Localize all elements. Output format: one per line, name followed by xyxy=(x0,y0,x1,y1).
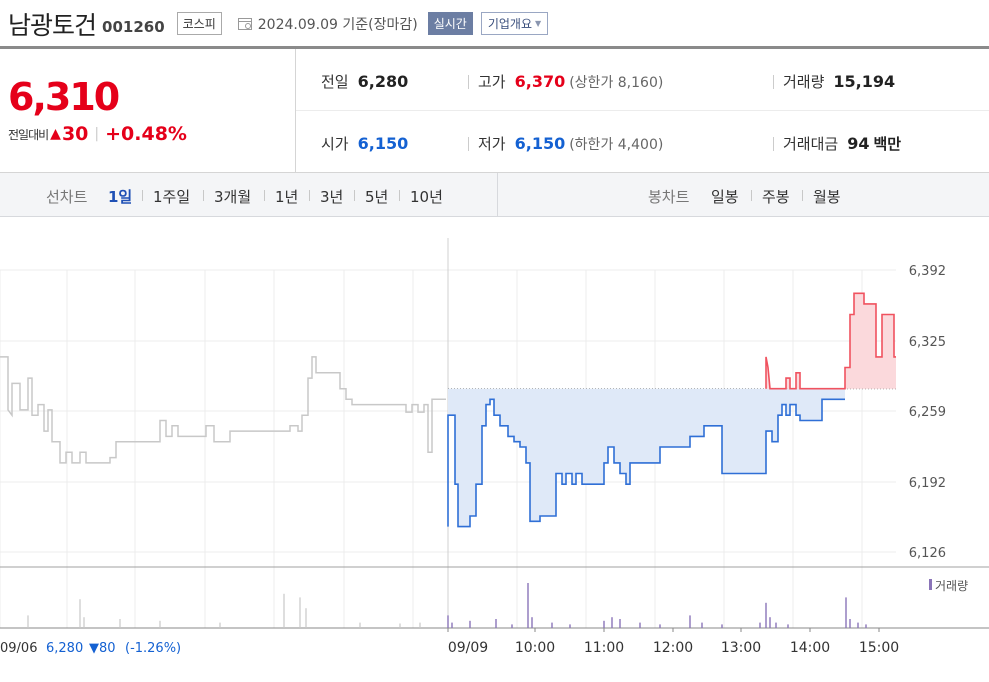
trade-amount-label: 거래대금 xyxy=(783,135,839,153)
low-value: 6,150 xyxy=(514,134,566,153)
toolbar-separator xyxy=(354,190,355,201)
y-tick-label: 6,392 xyxy=(909,264,946,279)
toolbar-separator xyxy=(751,190,752,201)
change-row: 전일대비 ▲ 30 | +0.48% xyxy=(8,123,187,145)
open-price: 시가 6,150 xyxy=(321,133,408,154)
x-tick-label: 12:00 xyxy=(653,640,693,656)
period-3y[interactable]: 3년 xyxy=(320,186,343,207)
candle-weekly[interactable]: 주봉 xyxy=(762,186,790,207)
prev-day-close: 6,280 xyxy=(46,641,83,656)
candle-daily[interactable]: 일봉 xyxy=(711,186,739,207)
high-value: 6,370 xyxy=(514,72,566,91)
intraday-chart: 6,392 6,325 6,259 6,192 6,126 거래량 09/09 10:00 11… xyxy=(0,238,989,656)
chart-toolbar: 선차트 1일 1주일 3개월 1년 3년 5년 10년 봉차트 일봉 주봉 월봉 xyxy=(0,173,989,217)
open-value: 6,150 xyxy=(357,134,409,153)
period-1d[interactable]: 1일 xyxy=(108,186,132,207)
x-tick-label: 09/09 xyxy=(448,640,488,656)
company-overview-label: 기업개요 xyxy=(487,17,532,31)
low-label: 저가 xyxy=(478,135,506,153)
chevron-down-icon: ▼ xyxy=(535,19,542,28)
y-tick-label: 6,192 xyxy=(909,476,946,491)
prev-day-change: ▼80 xyxy=(89,641,116,656)
period-5y[interactable]: 5년 xyxy=(365,186,388,207)
divider xyxy=(468,137,469,151)
calendar-icon xyxy=(237,18,252,30)
prev-day-date: 09/06 xyxy=(0,641,37,656)
stats-row-1: 전일 6,280 고가 6,370 (상한가 8,160) 거래량 15,194 xyxy=(296,49,989,111)
low-price: 저가 6,150 (하한가 4,400) xyxy=(478,133,663,154)
stats-row-2: 시가 6,150 저가 6,150 (하한가 4,400) 거래대금 94 백만 xyxy=(296,111,989,173)
prev-day-percent: (-1.26%) xyxy=(125,641,181,656)
y-tick-label: 6,259 xyxy=(909,405,946,420)
toolbar-separator xyxy=(264,190,265,201)
high-price: 고가 6,370 (상한가 8,160) xyxy=(478,71,663,92)
trade-amount-unit: 백만 xyxy=(873,135,902,153)
period-3m[interactable]: 3개월 xyxy=(214,186,251,207)
lower-limit: (하한가 4,400) xyxy=(569,137,664,153)
divider xyxy=(468,75,469,89)
x-tick-label: 10:00 xyxy=(515,640,555,656)
trade-amount: 거래대금 94 백만 xyxy=(783,133,901,154)
change-label: 전일대비 xyxy=(8,127,49,142)
x-tick-label: 13:00 xyxy=(721,640,761,656)
prev-close-label: 전일 xyxy=(321,73,349,91)
reference-date: 2024.09.09 기준(장마감) xyxy=(257,16,418,33)
high-label: 고가 xyxy=(478,73,506,91)
prev-close-value: 6,280 xyxy=(357,72,409,91)
divider xyxy=(773,75,774,89)
upper-limit: (상한가 8,160) xyxy=(569,75,664,91)
toolbar-divider xyxy=(497,173,498,217)
trade-amount-value: 94 xyxy=(847,134,870,153)
x-tick-label: 15:00 xyxy=(859,640,899,656)
toolbar-separator xyxy=(399,190,400,201)
price-box: 6,310 전일대비 ▲ 30 | +0.48% xyxy=(0,49,296,173)
y-tick-label: 6,325 xyxy=(909,335,946,350)
prev-close: 전일 6,280 xyxy=(321,71,408,92)
toolbar-separator xyxy=(309,190,310,201)
candle-chart-label: 봉차트 xyxy=(648,188,690,206)
volume-value: 15,194 xyxy=(833,72,896,91)
company-overview-button[interactable]: 기업개요 ▼ xyxy=(480,12,549,35)
change-value: 30 xyxy=(61,123,89,145)
up-triangle-icon: ▲ xyxy=(50,126,61,142)
period-1w[interactable]: 1주일 xyxy=(153,186,190,207)
period-10y[interactable]: 10년 xyxy=(410,186,443,207)
y-tick-label: 6,126 xyxy=(909,546,946,561)
market-badge: 코스피 xyxy=(176,12,222,35)
x-tick-label: 11:00 xyxy=(584,640,624,656)
toolbar-separator xyxy=(802,190,803,201)
realtime-button[interactable]: 실시간 xyxy=(427,12,473,35)
candle-monthly[interactable]: 월봉 xyxy=(813,186,841,207)
toolbar-separator xyxy=(142,190,143,201)
divider xyxy=(773,137,774,151)
toolbar-separator xyxy=(203,190,204,201)
quote-stats: 전일 6,280 고가 6,370 (상한가 8,160) 거래량 15,194… xyxy=(296,49,989,173)
volume-label: 거래량 xyxy=(783,73,825,91)
open-label: 시가 xyxy=(321,135,349,153)
quote-panel: 6,310 전일대비 ▲ 30 | +0.48% 전일 6,280 고가 6,3… xyxy=(0,49,989,173)
stock-name: 남광토건 xyxy=(8,10,97,40)
volume-legend-label: 거래량 xyxy=(935,579,968,593)
stock-header: 남광토건 001260 코스피 2024.09.09 기준(장마감) 실시간 기… xyxy=(0,0,989,47)
change-percent: +0.48% xyxy=(105,123,187,145)
separator: | xyxy=(94,126,100,142)
stock-code: 001260 xyxy=(102,17,165,36)
x-tick-label: 14:00 xyxy=(790,640,830,656)
current-price: 6,310 xyxy=(8,75,120,119)
line-chart-label: 선차트 xyxy=(46,188,88,206)
volume: 거래량 15,194 xyxy=(783,71,895,92)
volume-legend-swatch xyxy=(929,579,932,590)
period-1y[interactable]: 1년 xyxy=(275,186,298,207)
